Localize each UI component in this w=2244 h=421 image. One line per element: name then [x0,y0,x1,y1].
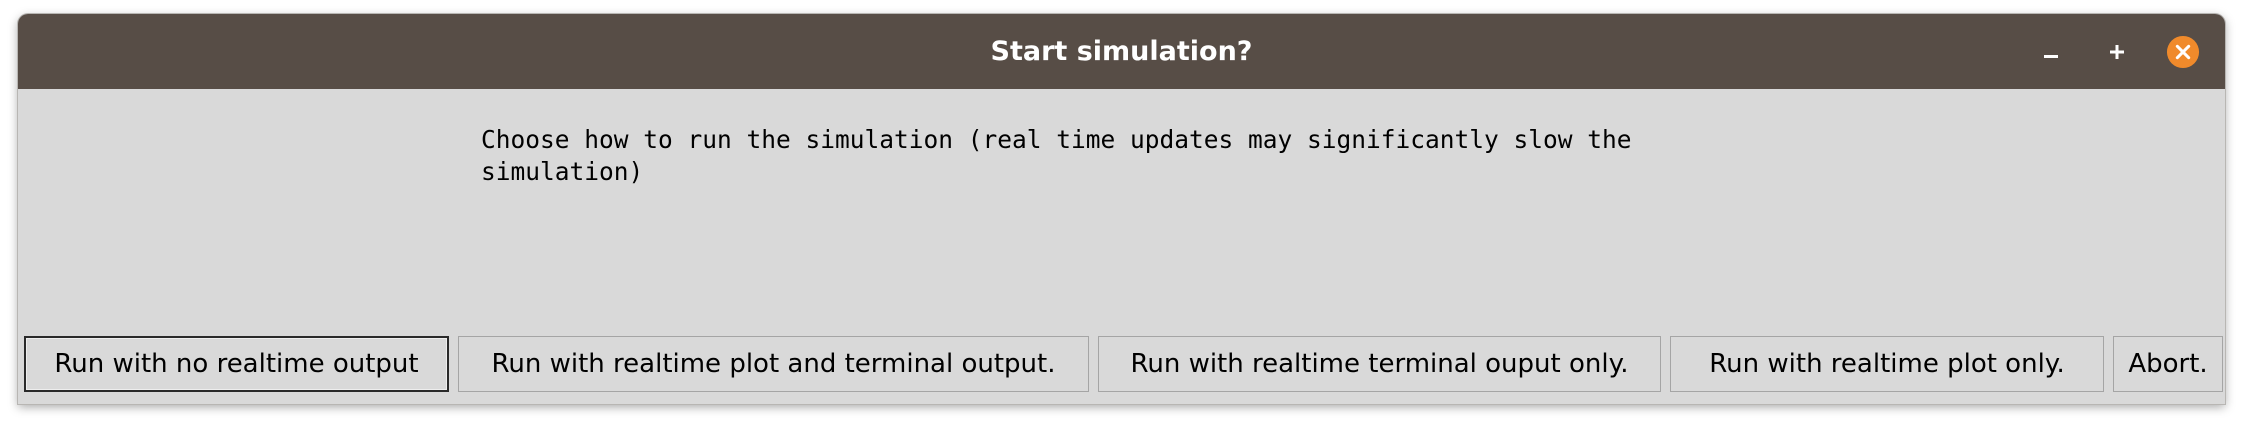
title-bar[interactable]: Start simulation? [18,14,2225,89]
run-terminal-only-button[interactable]: Run with realtime terminal ouput only. [1098,336,1661,392]
run-no-realtime-button[interactable]: Run with no realtime output [24,336,449,392]
run-plot-and-terminal-button[interactable]: Run with realtime plot and terminal outp… [458,336,1089,392]
dialog-window: Start simulation? Choose how to run the … [18,14,2225,404]
abort-button[interactable]: Abort. [2113,336,2223,392]
close-button[interactable] [2166,35,2200,69]
button-row: Run with no realtime output Run with rea… [24,336,2224,392]
close-icon [2166,35,2200,69]
minimize-button[interactable] [2034,35,2068,69]
dialog-message: Choose how to run the simulation (real t… [481,124,1781,188]
maximize-icon [2110,45,2124,59]
minimize-icon [2044,55,2058,58]
message-line-1: Choose how to run the simulation (real t… [481,125,1632,154]
maximize-button[interactable] [2100,35,2134,69]
window-title: Start simulation? [990,36,1253,67]
run-plot-only-button[interactable]: Run with realtime plot only. [1670,336,2104,392]
message-line-2: simulation) [481,157,644,186]
